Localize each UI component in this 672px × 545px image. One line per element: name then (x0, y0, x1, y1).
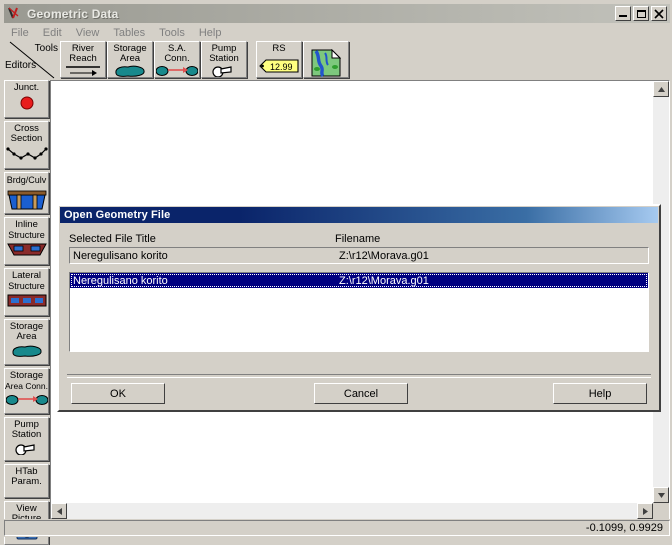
pump-station-icon (207, 64, 241, 77)
menubar: File Edit View Tables Tools Help (4, 24, 670, 41)
sidebar-item-storage-area-conn[interactable]: Storage Area Conn. (4, 368, 49, 414)
cross-section-icon (5, 146, 48, 161)
geometry-file-listbox[interactable]: Neregulisano korito Z:\r12\Morava.g01 (69, 272, 649, 352)
window-titlebar[interactable]: Geometric Data (4, 4, 670, 23)
bridge-culvert-icon (6, 187, 48, 212)
list-item-title: Neregulisano korito (73, 274, 168, 287)
sidebar-item-label: Junct. (13, 82, 40, 93)
river-station-tag-icon: 12.99 (258, 58, 300, 77)
scroll-right-icon[interactable] (637, 503, 653, 519)
scroll-down-icon[interactable] (653, 487, 669, 503)
toolbar-button-label: Area (119, 52, 141, 64)
tools-label: Tools (34, 43, 58, 54)
dialog-title: Open Geometry File (64, 209, 171, 221)
scrollbar-corner (653, 503, 669, 519)
toolbar-storage-area-button[interactable]: Storage Area (107, 41, 153, 78)
menu-file[interactable]: File (4, 26, 36, 40)
toolbar-river-reach-button[interactable]: River Reach (60, 41, 106, 78)
sidebar-item-cross-section[interactable]: Cross Section (4, 121, 49, 169)
inline-structure-icon (6, 242, 48, 257)
scroll-left-icon[interactable] (51, 503, 67, 519)
sidebar-item-label: Section (10, 133, 43, 144)
menu-help[interactable]: Help (192, 26, 229, 40)
column-header-filename: Filename (335, 233, 381, 245)
dialog-column-headers: Selected File Title Filename (69, 233, 649, 245)
close-icon[interactable] (651, 6, 667, 21)
svg-text:12.99: 12.99 (270, 62, 293, 72)
sidebar-item-label: Area Conn. (5, 381, 48, 391)
storage-area-icon (112, 64, 148, 77)
menu-tables[interactable]: Tables (106, 26, 152, 40)
status-coordinates-panel: -0.1099, 0.9929 (4, 520, 670, 536)
column-header-selected-file-title: Selected File Title (69, 233, 156, 245)
sidebar-item-lateral-structure[interactable]: Lateral Structure (4, 268, 49, 316)
list-item-filename: Z:\r12\Morava.g01 (339, 274, 429, 287)
sidebar-item-junction[interactable]: Junct. (4, 80, 49, 118)
dialog-titlebar[interactable]: Open Geometry File (60, 207, 658, 223)
sidebar-item-label: Lateral (11, 270, 42, 281)
toolbar-pump-station-button[interactable]: Pump Station (201, 41, 247, 78)
status-coordinates: -0.1099, 0.9929 (585, 522, 663, 534)
maximize-button[interactable] (633, 6, 649, 21)
river-reach-icon (64, 64, 102, 77)
sidebar-item-label: Inline (15, 219, 38, 230)
geometric-data-window: Geometric Data File Edit View Tables Too… (0, 0, 672, 545)
toolbar-river-station-button[interactable]: RS 12.99 (256, 41, 302, 78)
toolbar-button-label: Conn. (164, 52, 190, 64)
toolbar-sa-connection-button[interactable]: S.A. Conn. (154, 41, 200, 78)
sidebar-item-label: Area (16, 331, 37, 342)
sidebar-item-bridge-culvert[interactable]: Brdg/Culv (4, 172, 49, 214)
minimize-button[interactable] (615, 6, 631, 21)
tools-editors-legend: Tools Editors (4, 41, 60, 79)
sidebar-item-label: Structure (8, 230, 45, 240)
sidebar-item-label: Structure (8, 281, 45, 291)
selected-file-filename-value: Z:\r12\Morava.g01 (339, 249, 429, 262)
statusbar: -0.1099, 0.9929 (4, 519, 670, 537)
sidebar-item-htab-param[interactable]: HTab Param. (4, 464, 49, 498)
horizontal-scrollbar[interactable] (51, 503, 653, 519)
menu-view[interactable]: View (69, 26, 107, 40)
junction-icon (19, 95, 35, 111)
cancel-button[interactable]: Cancel (314, 383, 408, 404)
sidebar-item-label: Station (11, 429, 42, 440)
selected-file-field[interactable]: Neregulisano korito Z:\r12\Morava.g01 (69, 247, 649, 264)
toolbar-background-picture-button[interactable] (303, 41, 349, 78)
hecras-logo-icon (6, 5, 24, 22)
selected-file-title-value: Neregulisano korito (73, 249, 168, 262)
sidebar-item-pump-station[interactable]: Pump Station (4, 417, 49, 461)
dialog-button-bar: OK Cancel Help (59, 374, 659, 410)
sidebar-item-storage-area[interactable]: Storage Area (4, 319, 49, 365)
background-picture-icon (311, 48, 342, 77)
storage-area-icon (9, 344, 45, 358)
toolbar-button-label: Reach (69, 52, 97, 64)
main-toolbar: Tools Editors River Reach Storage Area S… (4, 41, 670, 80)
sa-connection-icon (155, 64, 199, 77)
sidebar-item-inline-structure[interactable]: Inline Structure (4, 217, 49, 265)
hscroll-track[interactable] (67, 503, 637, 519)
help-button[interactable]: Help (553, 383, 647, 404)
storage-area-conn-icon (5, 393, 48, 406)
lateral-structure-icon (6, 293, 48, 307)
ok-button[interactable]: OK (71, 383, 165, 404)
scroll-up-icon[interactable] (653, 81, 669, 97)
window-title: Geometric Data (27, 6, 119, 21)
toolbar-button-label: RS (272, 43, 286, 54)
sidebar-item-label: Storage (9, 370, 44, 381)
menu-tools[interactable]: Tools (152, 26, 192, 40)
sidebar-item-label: Param. (11, 476, 42, 487)
pump-station-icon (10, 442, 44, 455)
dialog-divider (67, 374, 651, 378)
open-geometry-file-dialog: Open Geometry File Selected File Title F… (57, 204, 661, 412)
menu-edit[interactable]: Edit (36, 26, 69, 40)
sidebar-item-label: Brdg/Culv (6, 175, 47, 185)
toolbar-button-label: Station (209, 52, 239, 64)
list-item[interactable]: Neregulisano korito Z:\r12\Morava.g01 (70, 273, 648, 288)
editors-label: Editors (5, 60, 37, 71)
tools-sidebar: Junct. Cross Section Brdg/Culv Inline St… (4, 80, 50, 545)
window-controls (615, 6, 667, 21)
